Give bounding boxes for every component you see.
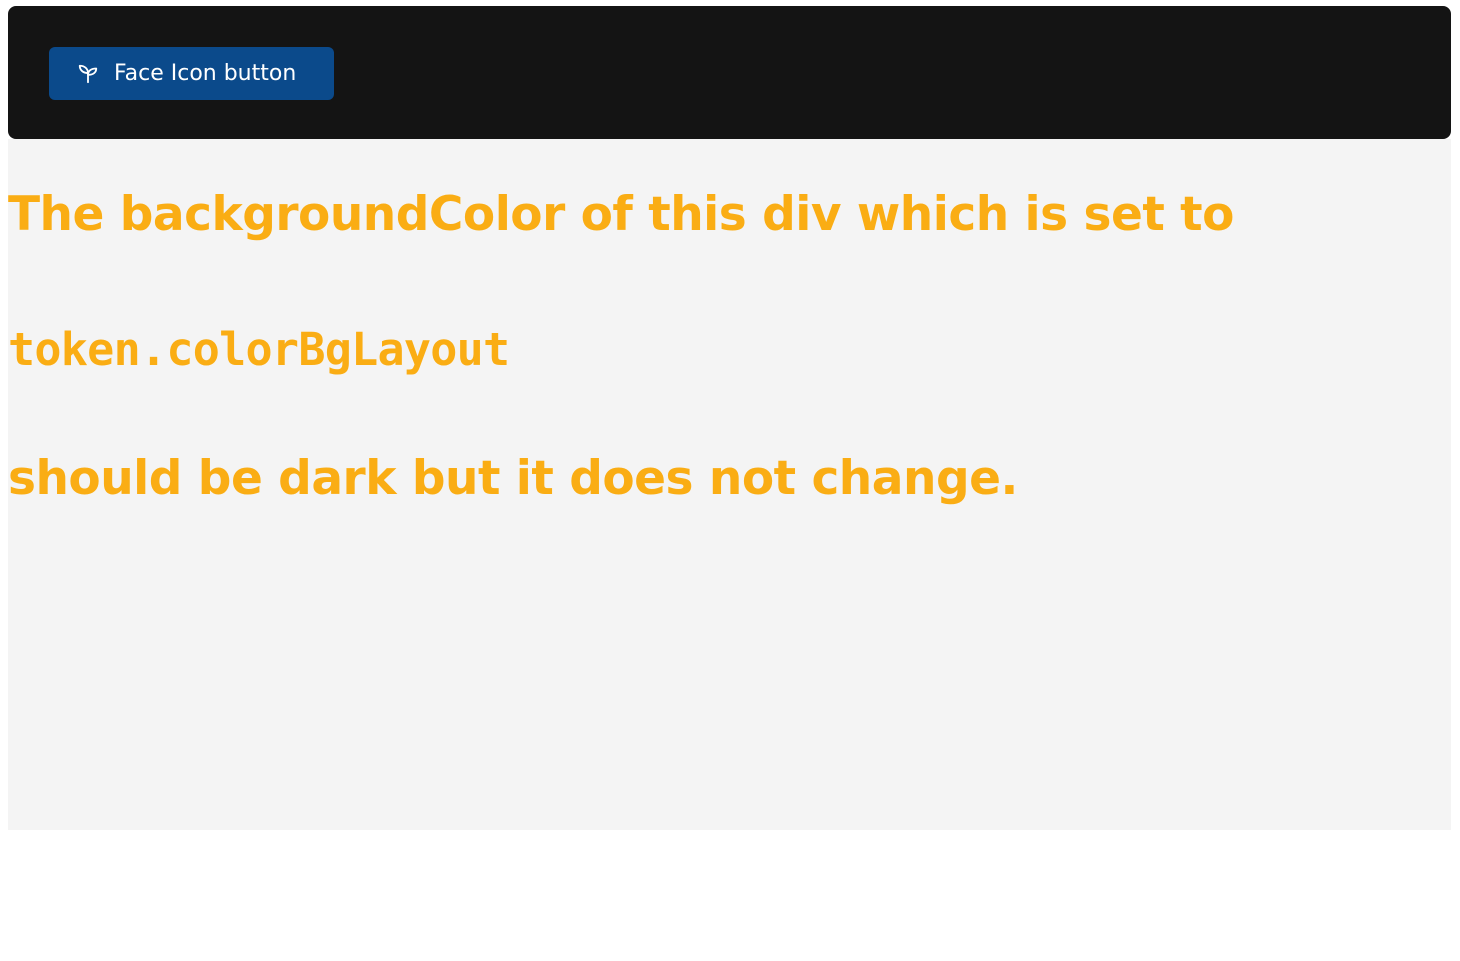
header-panel: Face Icon button (8, 6, 1451, 139)
token-name-code: token.colorBgLayout (8, 323, 510, 376)
face-icon-button[interactable]: Face Icon button (49, 47, 334, 100)
content-area: The backgroundColor of this div which is… (8, 139, 1451, 830)
face-icon-button-label: Face Icon button (114, 60, 297, 86)
seedling-icon (76, 62, 100, 86)
headline-line-1: The backgroundColor of this div which is… (8, 187, 1234, 242)
headline-line-3: should be dark but it does not change. (8, 451, 1018, 506)
